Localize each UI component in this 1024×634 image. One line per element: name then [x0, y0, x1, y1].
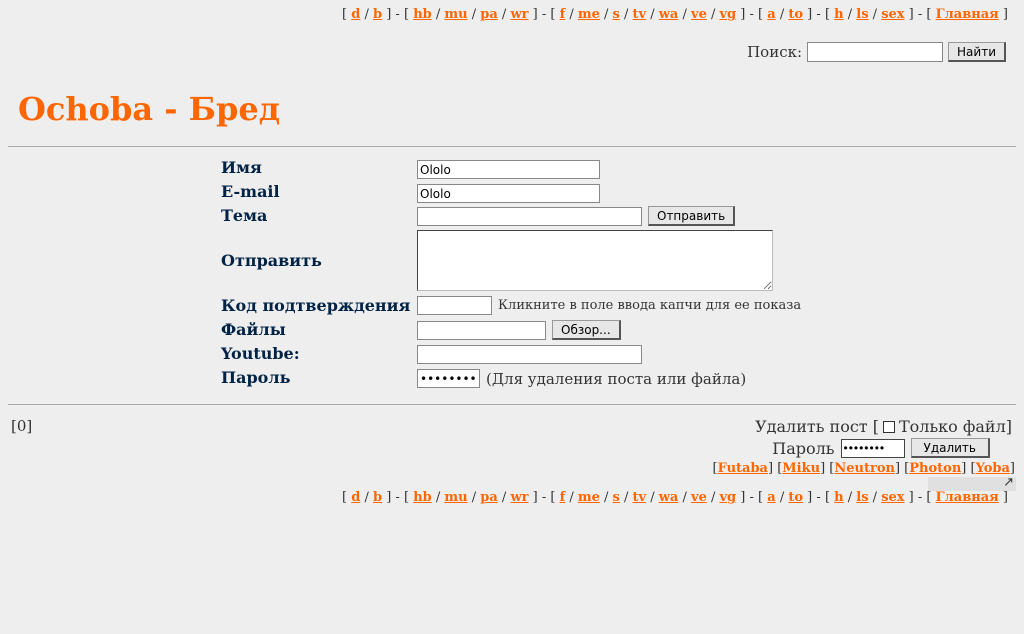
message-label: Отправить [221, 251, 322, 270]
nav-bottom-link-0-0[interactable]: d [351, 490, 360, 505]
nav-top-link-1-1[interactable]: mu [444, 7, 467, 22]
nav-top-link-2-4[interactable]: wa [659, 7, 679, 22]
password-hint: (Для удаления поста или файла) [486, 369, 747, 388]
nav-bottom-link-1-0[interactable]: hb [413, 490, 432, 505]
delete-post-row: Удалить пост [ Только файл] [755, 417, 1012, 436]
files-label: Файлы [221, 320, 286, 339]
captcha-label: Код подтверждения [221, 296, 411, 315]
submit-button[interactable]: Отправить [648, 206, 736, 226]
nav-top-link-4-2[interactable]: sex [881, 7, 904, 22]
delete-post-label: Удалить пост [ [755, 417, 879, 436]
nav-top-link-0-1[interactable]: b [373, 7, 382, 22]
nav-bottom-link-1-3[interactable]: wr [510, 490, 528, 505]
nav-bottom-link-3-0[interactable]: a [767, 490, 775, 505]
style-link-photon[interactable]: Photon [909, 461, 961, 476]
nav-bottom-link-1-2[interactable]: pa [480, 490, 498, 505]
name-label: Имя [221, 158, 262, 177]
only-file-label: Только файл] [898, 417, 1012, 436]
nav-bottom-link-0-1[interactable]: b [373, 490, 382, 505]
nav-bottom-link-2-1[interactable]: me [578, 490, 600, 505]
message-textarea[interactable] [417, 230, 773, 291]
search-bar: Поиск: Найти [747, 42, 1006, 62]
nav-bottom-link-2-5[interactable]: ve [691, 490, 707, 505]
nav-top-link-1-3[interactable]: wr [510, 7, 528, 22]
nav-top-link-3-0[interactable]: a [767, 7, 775, 22]
board-nav-bottom: [ d / b ] - [ hb / mu / pa / wr ] - [ f … [342, 490, 1008, 505]
nav-bottom-link-3-1[interactable]: to [788, 490, 803, 505]
board-nav-top: [ d / b ] - [ hb / mu / pa / wr ] - [ f … [342, 7, 1008, 22]
nav-top-link-5-0[interactable]: Главная [936, 7, 999, 22]
captcha-hint: Кликните в поле ввода капчи для ее показ… [498, 298, 802, 313]
corner-link[interactable]: ↗ [928, 475, 1016, 491]
nav-top-link-1-0[interactable]: hb [413, 7, 432, 22]
nav-top-link-4-1[interactable]: ls [856, 7, 868, 22]
nav-bottom-link-2-4[interactable]: wa [659, 490, 679, 505]
nav-top-link-0-0[interactable]: d [351, 7, 360, 22]
arrow-icon: ↗ [1003, 475, 1014, 490]
delete-password-row: Пароль Удалить [772, 438, 990, 458]
nav-bottom-link-4-2[interactable]: sex [881, 490, 904, 505]
youtube-label: Youtube: [221, 344, 300, 363]
file-input[interactable] [417, 320, 546, 340]
nav-top-link-2-6[interactable]: vg [720, 7, 737, 22]
nav-top-link-2-1[interactable]: me [578, 7, 600, 22]
nav-bottom-link-2-3[interactable]: tv [633, 490, 647, 505]
page-count: [0] [11, 417, 33, 435]
board-title: Ochoba - Бред [18, 90, 281, 128]
nav-top-link-2-5[interactable]: ve [691, 7, 707, 22]
nav-top-link-2-3[interactable]: tv [633, 7, 647, 22]
nav-top-link-3-1[interactable]: to [788, 7, 803, 22]
nav-bottom-link-1-1[interactable]: mu [444, 490, 467, 505]
only-file-checkbox[interactable] [882, 420, 895, 433]
style-link-yoba[interactable]: Yoba [976, 461, 1010, 476]
search-input[interactable] [807, 42, 944, 62]
nav-top-link-2-2[interactable]: s [613, 7, 620, 22]
style-link-neutron[interactable]: Neutron [834, 461, 895, 476]
delete-button[interactable]: Удалить [910, 438, 990, 458]
search-label: Поиск: [747, 43, 803, 61]
nav-bottom-link-5-0[interactable]: Главная [936, 490, 999, 505]
nav-top-link-4-0[interactable]: h [834, 7, 843, 22]
nav-top-link-2-0[interactable]: f [560, 7, 566, 22]
password-input[interactable] [417, 369, 480, 388]
youtube-input[interactable] [417, 345, 642, 364]
divider-bottom [8, 404, 1016, 405]
divider-top [8, 146, 1016, 147]
captcha-input[interactable] [417, 296, 492, 315]
nav-top-link-1-2[interactable]: pa [480, 7, 498, 22]
search-button[interactable]: Найти [948, 42, 1006, 62]
nav-bottom-link-2-6[interactable]: vg [720, 490, 737, 505]
name-input[interactable] [417, 160, 600, 179]
style-link-miku[interactable]: Miku [782, 461, 820, 476]
delete-password-label: Пароль [772, 438, 835, 458]
nav-bottom-link-2-2[interactable]: s [613, 490, 620, 505]
delete-password-input[interactable] [840, 438, 905, 458]
email-label: E-mail [221, 182, 280, 201]
email-input[interactable] [417, 184, 600, 203]
nav-bottom-link-4-0[interactable]: h [834, 490, 843, 505]
nav-bottom-link-4-1[interactable]: ls [856, 490, 868, 505]
subject-input[interactable] [417, 206, 642, 226]
subject-label: Тема [221, 206, 268, 225]
style-link-futaba[interactable]: Futaba [718, 461, 768, 476]
style-switcher: [Futaba] [Miku] [Neutron] [Photon] [Yoba… [712, 461, 1015, 476]
browse-button[interactable]: Обзор... [552, 320, 621, 340]
password-label: Пароль [221, 368, 291, 387]
nav-bottom-link-2-0[interactable]: f [560, 490, 566, 505]
